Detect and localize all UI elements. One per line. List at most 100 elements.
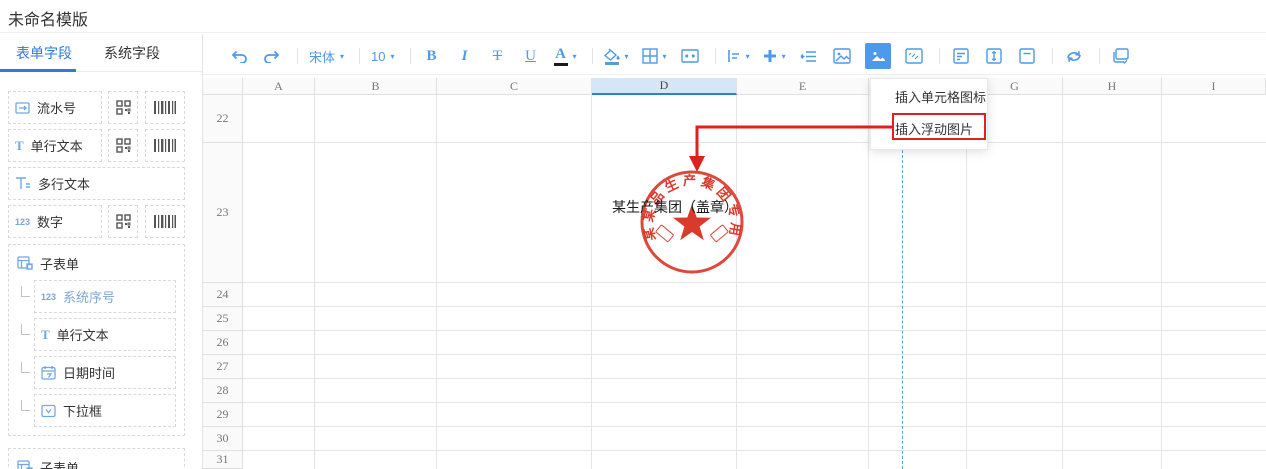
column-header-D[interactable]: D <box>592 78 737 95</box>
column-header-I[interactable]: I <box>1162 78 1266 95</box>
chevron-down-icon: ▾ <box>782 52 786 61</box>
row-header-29[interactable]: 29 <box>203 403 243 427</box>
row-header-22[interactable]: 22 <box>203 95 243 143</box>
field-serial-barcode[interactable] <box>145 91 185 124</box>
chevron-down-icon: ▾ <box>340 52 344 61</box>
page-text-button[interactable] <box>951 43 971 69</box>
field-sub-single-line[interactable]: T 单行文本 <box>34 318 176 351</box>
tree-branch-icon <box>21 286 30 297</box>
row-header-28[interactable]: 28 <box>203 379 243 403</box>
menu-item-insert-floating-image[interactable]: 插入浮动图片 <box>871 114 987 146</box>
subform-group[interactable]: 子表单 123 系统序号 T 单行文本 日期时间 <box>8 244 185 436</box>
dropdown-icon <box>41 404 56 418</box>
redo-icon <box>263 49 281 63</box>
serial-icon <box>15 101 30 115</box>
barcode-icon <box>154 101 176 114</box>
bold-button[interactable]: B <box>422 43 442 69</box>
row-header-30[interactable]: 30 <box>203 427 243 451</box>
row-header-23[interactable]: 23 <box>203 143 243 283</box>
grid-row-line <box>243 354 1266 355</box>
field-single-line-barcode[interactable] <box>145 129 185 162</box>
outdent-button[interactable] <box>799 43 819 69</box>
redo-button[interactable] <box>262 43 282 69</box>
merge-cells-button[interactable] <box>680 43 700 69</box>
floating-image-icon <box>869 48 887 64</box>
chevron-down-icon: ▾ <box>625 52 629 61</box>
sheet-corner[interactable] <box>203 78 243 95</box>
italic-button[interactable]: I <box>455 43 475 69</box>
field-row-multi-line: 多行文本 <box>8 167 185 200</box>
strikethrough-button[interactable]: T <box>488 43 508 69</box>
field-datetime[interactable]: 日期时间 <box>34 356 176 389</box>
row-header-25[interactable]: 25 <box>203 307 243 331</box>
toolbar-separator <box>297 48 298 64</box>
tab-system-fields[interactable]: 系统字段 <box>88 34 176 71</box>
column-header-E[interactable]: E <box>737 78 869 95</box>
field-system-serial[interactable]: 123 系统序号 <box>34 280 176 313</box>
group-label: 子表单 <box>40 254 79 273</box>
field-serial-number[interactable]: 流水号 <box>8 91 102 124</box>
outdent-icon <box>800 50 817 63</box>
insert-image-menu: 插入单元格图标 插入浮动图片 <box>870 78 988 150</box>
field-number[interactable]: 123 数字 <box>8 205 102 238</box>
header-line-icon <box>1019 48 1035 64</box>
tree-branch-icon <box>21 324 30 335</box>
row-header-31[interactable]: 31 <box>203 451 243 469</box>
field-label: 系统序号 <box>63 287 115 306</box>
field-number-qr[interactable] <box>108 205 138 238</box>
field-single-line-qr[interactable] <box>108 129 138 162</box>
insert-floating-image-button[interactable] <box>865 43 891 69</box>
insert-plus-icon <box>763 49 777 63</box>
header-line-button[interactable] <box>1017 43 1037 69</box>
qr-code-icon <box>116 214 131 229</box>
menu-item-insert-cell-icon[interactable]: 插入单元格图标 <box>871 82 987 114</box>
company-seal-image[interactable]: 某某品生产集团专用 <box>637 167 747 277</box>
chevron-down-icon: ▾ <box>391 52 395 61</box>
column-header-B[interactable]: B <box>315 78 437 95</box>
field-row-serial: 流水号 <box>8 91 185 124</box>
fill-color-button[interactable]: ▾ <box>604 43 629 69</box>
chevron-down-icon: ▾ <box>746 52 750 61</box>
borders-button[interactable]: ▾ <box>642 43 667 69</box>
toolbar-separator <box>410 48 411 64</box>
font-color-button[interactable]: A ▾ <box>554 43 577 69</box>
column-header-H[interactable]: H <box>1063 78 1162 95</box>
align-icon <box>727 49 741 63</box>
field-number-barcode[interactable] <box>145 205 185 238</box>
group-label: 子表单 <box>40 458 79 469</box>
align-button[interactable]: ▾ <box>727 43 750 69</box>
row-header-27[interactable]: 27 <box>203 355 243 379</box>
copy-sheet-button[interactable] <box>1111 43 1131 69</box>
underline-button[interactable]: U <box>521 43 541 69</box>
insert-button[interactable]: ▾ <box>763 43 786 69</box>
row-header-24[interactable]: 24 <box>203 283 243 307</box>
subform-icon <box>17 256 33 270</box>
row-header-26[interactable]: 26 <box>203 331 243 355</box>
calendar-icon <box>41 365 56 380</box>
tab-form-fields[interactable]: 表单字段 <box>0 34 88 71</box>
font-size-select[interactable]: 10 ▾ <box>371 43 394 69</box>
refresh-button[interactable] <box>1064 43 1084 69</box>
insert-cell-image-button[interactable] <box>832 43 852 69</box>
undo-button[interactable] <box>229 43 249 69</box>
field-dropdown[interactable]: 下拉框 <box>34 394 176 427</box>
field-label: 单行文本 <box>57 325 109 344</box>
font-family-select[interactable]: 宋体 ▾ <box>309 43 344 69</box>
toolbar-separator <box>1052 48 1053 64</box>
cell-text-seal-caption: 某生产集团（盖章） <box>612 197 738 217</box>
font-size-value: 10 <box>371 49 385 64</box>
column-header-C[interactable]: C <box>437 78 592 95</box>
column-header-A[interactable]: A <box>243 78 315 95</box>
chevron-down-icon: ▾ <box>573 52 577 61</box>
subform-group-2[interactable]: 子表单 <box>8 448 185 469</box>
field-multi-line-text[interactable]: 多行文本 <box>8 167 185 200</box>
field-serial-qr[interactable] <box>108 91 138 124</box>
field-single-line-text[interactable]: T 单行文本 <box>8 129 102 162</box>
toolbar-separator <box>939 48 940 64</box>
fill-color-icon <box>604 48 620 65</box>
field-label: 下拉框 <box>63 401 102 420</box>
row-height-button[interactable] <box>984 43 1004 69</box>
borders-icon <box>642 48 658 64</box>
watermark-button[interactable] <box>904 43 924 69</box>
page-text-icon <box>953 48 969 64</box>
